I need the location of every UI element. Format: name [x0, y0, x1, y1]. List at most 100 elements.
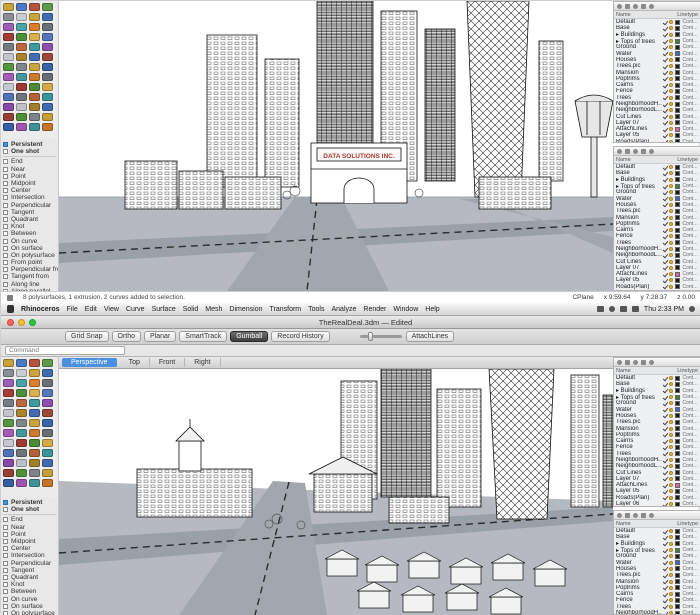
layer-linetype[interactable]: Cont… [682, 277, 698, 283]
visibility-icon[interactable] [669, 445, 673, 449]
layer-linetype[interactable]: Cont… [682, 375, 698, 381]
osnap-checkbox[interactable] [3, 167, 8, 172]
layer-row[interactable]: Roads(Plan) Cont… [614, 139, 700, 143]
check-icon[interactable] [663, 189, 669, 195]
layer-linetype[interactable]: Cont… [682, 51, 698, 57]
visibility-icon[interactable] [669, 427, 673, 431]
layer-linetype[interactable]: Cont… [682, 70, 698, 76]
layer-linetype[interactable]: Cont… [682, 284, 698, 290]
visibility-icon[interactable] [669, 64, 673, 68]
tool-icon[interactable] [29, 63, 40, 71]
check-icon[interactable] [663, 400, 669, 406]
osnap-item[interactable]: End [3, 516, 56, 523]
check-icon[interactable] [663, 579, 669, 585]
check-icon[interactable] [663, 426, 669, 432]
osnap-checkbox[interactable] [3, 174, 8, 179]
visibility-icon[interactable] [669, 502, 673, 506]
layer-row[interactable]: Default Cont… [614, 375, 700, 381]
layer-linetype[interactable]: Cont… [682, 221, 698, 227]
check-icon[interactable] [663, 495, 669, 501]
layer-color-swatch[interactable] [675, 502, 680, 507]
layer-row[interactable]: Poptrims Cont… [614, 76, 700, 82]
layer-linetype[interactable]: Cont… [682, 95, 698, 101]
tool-icon[interactable] [3, 419, 14, 427]
visibility-icon[interactable] [669, 464, 673, 468]
filter-icon[interactable] [633, 513, 638, 518]
visibility-icon[interactable] [669, 272, 673, 276]
check-icon[interactable] [663, 44, 669, 50]
viewport-tab[interactable]: Right [185, 358, 220, 367]
layer-row[interactable]: Mansion Cont… [614, 425, 700, 431]
visibility-icon[interactable] [669, 420, 673, 424]
tool-icon[interactable] [3, 43, 14, 51]
spotlight-icon[interactable] [689, 306, 695, 312]
visibility-icon[interactable] [669, 611, 673, 615]
tool-icon[interactable] [42, 123, 53, 131]
visibility-icon[interactable] [669, 52, 673, 56]
viewport-bottom[interactable] [59, 369, 613, 615]
tool-icon[interactable] [16, 23, 27, 31]
layer-row[interactable]: Layer 06 Cont… [614, 501, 700, 507]
osnap-checkbox[interactable] [3, 525, 8, 530]
tool-icon[interactable] [3, 369, 14, 377]
osnap-item[interactable]: Midpoint [3, 538, 56, 545]
layer-linetype[interactable]: Cont… [682, 610, 698, 615]
menu-item[interactable]: Surface [152, 306, 176, 313]
visibility-icon[interactable] [669, 592, 673, 596]
new-layer-icon[interactable] [617, 4, 622, 9]
layer-row[interactable]: NeighborhoodL… Cont… [614, 252, 700, 258]
visibility-icon[interactable] [669, 102, 673, 106]
layer-color-swatch[interactable] [675, 573, 680, 578]
osnap-checkbox[interactable] [3, 546, 8, 551]
osnap-item[interactable]: Perpendicular [3, 560, 56, 567]
layer-row[interactable]: Cut Lines Cont… [614, 258, 700, 264]
visibility-icon[interactable] [669, 401, 673, 405]
layer-linetype[interactable]: Cont… [682, 63, 698, 69]
layer-row[interactable]: Ground Cont… [614, 400, 700, 406]
check-icon[interactable] [663, 126, 669, 132]
zoom-window-icon[interactable] [29, 319, 36, 326]
visibility-icon[interactable] [669, 605, 673, 609]
tool-icon[interactable] [29, 123, 40, 131]
layer-row[interactable]: Water Cont… [614, 559, 700, 565]
tool-icon[interactable] [16, 459, 27, 467]
check-icon[interactable] [663, 604, 669, 610]
layer-linetype[interactable]: Cont… [682, 120, 698, 126]
tool-icon[interactable] [29, 369, 40, 377]
layer-color-swatch[interactable] [675, 95, 680, 100]
wifi-icon[interactable] [620, 306, 627, 312]
osnap-item[interactable]: Perpendicular [3, 202, 56, 209]
layer-row[interactable]: Default Cont… [614, 164, 700, 170]
layer-row[interactable]: AttachLines Cont… [614, 126, 700, 132]
tool-icon[interactable] [42, 3, 53, 11]
osnap-item[interactable]: Knot [3, 581, 56, 588]
osnap-checkbox[interactable] [3, 611, 8, 615]
layer-color-swatch[interactable] [675, 32, 680, 37]
visibility-icon[interactable] [669, 83, 673, 87]
slider-knob[interactable] [368, 332, 373, 341]
check-icon[interactable] [663, 215, 669, 221]
layer-row[interactable]: Layer 05 Cont… [614, 488, 700, 494]
layer-color-swatch[interactable] [675, 76, 680, 81]
layer-color-swatch[interactable] [675, 388, 680, 393]
layer-color-swatch[interactable] [675, 20, 680, 25]
tool-icon[interactable] [29, 93, 40, 101]
layer-color-swatch[interactable] [675, 108, 680, 113]
layer-row[interactable]: Trees Cont… [614, 451, 700, 457]
check-icon[interactable] [663, 101, 669, 107]
tool-icon[interactable] [3, 399, 14, 407]
osnap-item[interactable]: Knot [3, 223, 56, 230]
layer-row[interactable]: Fence Cont… [614, 444, 700, 450]
menu-item[interactable]: View [104, 306, 119, 313]
layer-linetype[interactable]: Cont… [682, 227, 698, 233]
tool-icon[interactable] [29, 469, 40, 477]
check-icon[interactable] [663, 591, 669, 597]
check-icon[interactable] [663, 171, 669, 177]
layer-linetype[interactable]: Cont… [682, 444, 698, 450]
check-icon[interactable] [663, 476, 669, 482]
tool-icon[interactable] [42, 439, 53, 447]
menu-item[interactable]: Transform [270, 306, 302, 313]
layer-row[interactable]: Layer 05 Cont… [614, 277, 700, 283]
layer-row[interactable]: Roads(Plan) Cont… [614, 284, 700, 290]
tool-icon[interactable] [29, 83, 40, 91]
